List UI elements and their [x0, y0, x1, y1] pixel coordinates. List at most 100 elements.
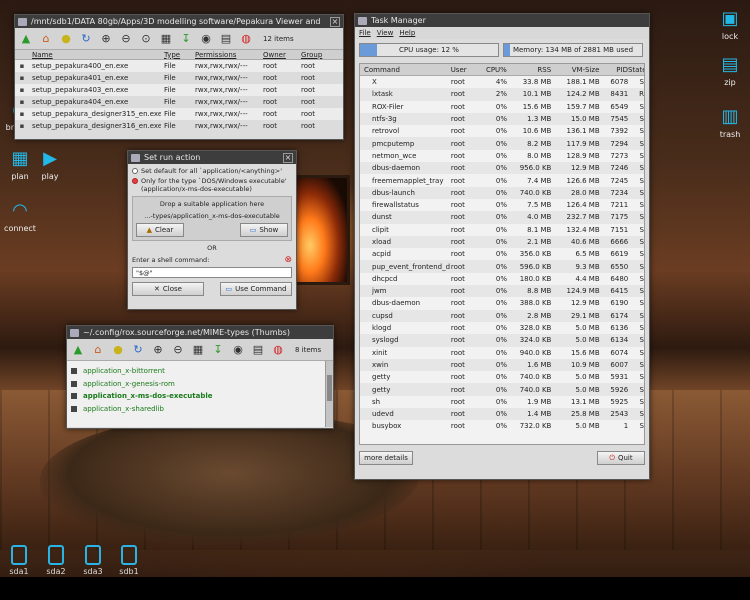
file-row[interactable]: ▪ setup_pepakura404_en.exe File rwx,rwx,rwx… — [15, 96, 343, 108]
home-icon[interactable]: ⌂ — [91, 343, 105, 357]
bookmark-icon[interactable]: ● — [59, 32, 73, 46]
process-row[interactable]: cupsd root 0% 2.8 MB 29.1 MB 6174 S — [360, 309, 644, 322]
process-row[interactable]: xload root 0% 2.1 MB 40.6 MB 6666 S — [360, 235, 644, 249]
col-user[interactable]: User — [451, 66, 481, 74]
process-row[interactable]: dbus-launch root 0% 740.0 KB 28.0 MB 7234 S — [360, 186, 644, 199]
col-type[interactable]: Type — [161, 51, 192, 59]
col-rss[interactable]: RSS — [507, 66, 551, 74]
col-state[interactable]: State — [628, 66, 644, 74]
col-command[interactable]: Command — [360, 66, 451, 74]
file-row[interactable]: ▪ setup_pepakura403_en.exe File rwx,rwx,rwx… — [15, 84, 343, 96]
use-command-button[interactable]: ▭ Use Command — [220, 282, 292, 296]
details-icon[interactable]: ▤ — [251, 343, 265, 357]
process-row[interactable]: clipit root 0% 8.1 MB 132.4 MB 7151 S — [360, 224, 644, 236]
zoom-in-icon[interactable]: ⊕ — [151, 343, 165, 357]
col-cpu[interactable]: CPU% — [480, 66, 507, 74]
zoom-out-icon[interactable]: ⊖ — [119, 32, 133, 46]
mime-item[interactable]: application_x-ms-dos-executable — [67, 390, 325, 403]
process-row[interactable]: getty root 0% 740.0 KB 5.0 MB 5931 S — [360, 371, 644, 383]
show-button[interactable]: ▭ Show — [240, 223, 288, 237]
view-icon[interactable]: ▦ — [191, 343, 205, 357]
drive-sda2[interactable]: sda2 — [39, 545, 73, 576]
process-row[interactable]: udevd root 0% 1.4 MB 25.8 MB 2543 S — [360, 408, 644, 421]
close-button[interactable]: ✕ Close — [132, 282, 204, 296]
mime-item[interactable]: application_x-bittorrent — [67, 365, 325, 378]
home-icon[interactable]: ⌂ — [39, 32, 53, 46]
mime-scrollbar-thumb[interactable] — [327, 375, 332, 401]
clear-button[interactable]: ▲ Clear — [136, 223, 184, 237]
menu-file[interactable]: File — [359, 29, 371, 37]
close-icon[interactable]: × — [330, 16, 340, 27]
process-row[interactable]: pup_event_frontend_d root 0% 596.0 KB 9.3 MB… — [360, 260, 644, 273]
quit-button[interactable]: ⏻ Quit — [597, 451, 645, 465]
task-manager-titlebar[interactable]: Task Manager — [355, 14, 649, 27]
process-row[interactable]: syslogd root 0% 324.0 KB 5.0 MB 6134 S — [360, 334, 644, 347]
col-group[interactable]: Group — [298, 51, 328, 59]
desktop-shortcut-zip[interactable]: ▤ zip — [708, 54, 750, 87]
process-row[interactable]: firewallstatus root 0% 7.5 MB 126.4 MB 7211 S — [360, 199, 644, 211]
process-row[interactable]: pmcputemp root 0% 8.2 MB 117.9 MB 7294 S — [360, 137, 644, 150]
zoom-out-icon[interactable]: ⊖ — [171, 343, 185, 357]
col-owner[interactable]: Owner — [260, 51, 298, 59]
mime-scrollbar[interactable] — [325, 361, 333, 427]
process-row[interactable]: dhcpcd root 0% 180.0 KB 4.4 MB 6480 S — [360, 273, 644, 285]
col-vm-size[interactable]: VM-Size — [551, 66, 600, 74]
file-row[interactable]: ▪ setup_pepakura_designer315_en.exe File rw… — [15, 108, 343, 120]
process-row[interactable]: busybox root 0% 732.0 KB 5.0 MB 1 S — [360, 420, 644, 432]
process-row[interactable]: retrovol root 0% 10.6 MB 136.1 MB 7392 S — [360, 125, 644, 137]
desktop-shortcut-trash[interactable]: ▥ trash — [708, 106, 750, 139]
eye-icon[interactable]: ◉ — [231, 343, 245, 357]
eye-icon[interactable]: ◉ — [199, 32, 213, 46]
radio-type-only[interactable] — [132, 178, 138, 184]
col-name[interactable]: Name — [29, 51, 161, 59]
menu-view[interactable]: View — [377, 29, 394, 37]
details-icon[interactable]: ▤ — [219, 32, 233, 46]
up-arrow-icon[interactable]: ▲ — [71, 343, 85, 357]
radio-default-all[interactable] — [132, 168, 138, 174]
view-icon[interactable]: ▦ — [159, 32, 173, 46]
process-row[interactable]: sh root 0% 1.9 MB 13.1 MB 5925 S — [360, 396, 644, 408]
col-permissions[interactable]: Permissions — [192, 51, 260, 59]
run-action-titlebar[interactable]: Set run action × — [128, 151, 296, 164]
drive-sda1[interactable]: sda1 — [2, 545, 36, 576]
process-row[interactable]: xinit root 0% 940.0 KB 15.6 MB 6074 S — [360, 347, 644, 359]
drop-zone[interactable]: Drop a suitable application here ...-typ… — [132, 196, 292, 241]
sort-icon[interactable]: ↧ — [179, 32, 193, 46]
process-row[interactable]: Xroot 4% 33.8 MB 188.1 MB 6078 S — [360, 76, 644, 88]
refresh-icon[interactable]: ↻ — [79, 32, 93, 46]
process-row[interactable]: lxtask root 2% 10.1 MB 124.2 MB 8431 R — [360, 88, 644, 101]
process-row[interactable]: ROX-Filer root 0% 15.6 MB 159.7 MB 6549 S — [360, 101, 644, 113]
mime-item[interactable]: application_x-sharedlib — [67, 403, 325, 416]
process-row[interactable]: xwin root 0% 1.6 MB 10.9 MB 6007 S — [360, 358, 644, 372]
filer-titlebar[interactable]: /mnt/sdb1/DATA 80gb/Apps/3D modelling so… — [15, 15, 343, 28]
process-row[interactable]: dbus-daemon root 0% 388.0 KB 12.9 MB 6190 S — [360, 297, 644, 309]
help-icon[interactable]: ◍ — [271, 343, 285, 357]
menu-help[interactable]: Help — [399, 29, 415, 37]
process-row[interactable]: klogd root 0% 328.0 KB 5.0 MB 6136 S — [360, 322, 644, 334]
zoom-in-icon[interactable]: ⊕ — [99, 32, 113, 46]
process-row[interactable]: jwm root 0% 8.8 MB 124.9 MB 6415 S — [360, 285, 644, 298]
process-row[interactable]: ntfs-3g root 0% 1.3 MB 15.0 MB 7545 S — [360, 112, 644, 126]
help-icon[interactable]: ◍ — [239, 32, 253, 46]
col-pid[interactable]: PID — [599, 66, 628, 74]
zoom-icon[interactable]: ⊙ — [139, 32, 153, 46]
sort-icon[interactable]: ↧ — [211, 343, 225, 357]
up-arrow-icon[interactable]: ▲ — [19, 32, 33, 46]
process-row[interactable]: acpid root 0% 356.0 KB 6.5 MB 6619 S — [360, 248, 644, 260]
more-details-button[interactable]: more details — [359, 451, 413, 465]
desktop-shortcut-connect[interactable]: ◠ connect — [0, 200, 42, 233]
process-row[interactable]: getty root 0% 740.0 KB 5.0 MB 5926 S — [360, 383, 644, 396]
shell-command-input[interactable]: "$@" — [132, 267, 292, 278]
clear-field-icon[interactable]: ⊗ — [284, 255, 292, 265]
process-row[interactable]: dunst root 0% 4.0 MB 232.7 MB 7175 S — [360, 211, 644, 224]
bookmark-icon[interactable]: ● — [111, 343, 125, 357]
drive-sda3[interactable]: sda3 — [76, 545, 110, 576]
process-row[interactable]: dbus-daemon root 0% 956.0 KB 12.9 MB 7246 S — [360, 162, 644, 175]
mime-titlebar[interactable]: ~/.config/rox.sourceforge.net/MIME-types… — [67, 326, 333, 339]
file-row[interactable]: ▪ setup_pepakura_designer316_en.exe File rw… — [15, 120, 343, 132]
desktop-shortcut-play[interactable]: ▶ play — [28, 148, 72, 181]
desktop-shortcut-lock[interactable]: ▣ lock — [708, 8, 750, 41]
file-row[interactable]: ▪ setup_pepakura400_en.exe File rwx,rwx,rwx… — [15, 60, 343, 72]
mime-item[interactable]: application_x-genesis-rom — [67, 378, 325, 391]
process-row[interactable]: freememapplet_tray root 0% 7.4 MB 126.6 MB 72… — [360, 174, 644, 186]
